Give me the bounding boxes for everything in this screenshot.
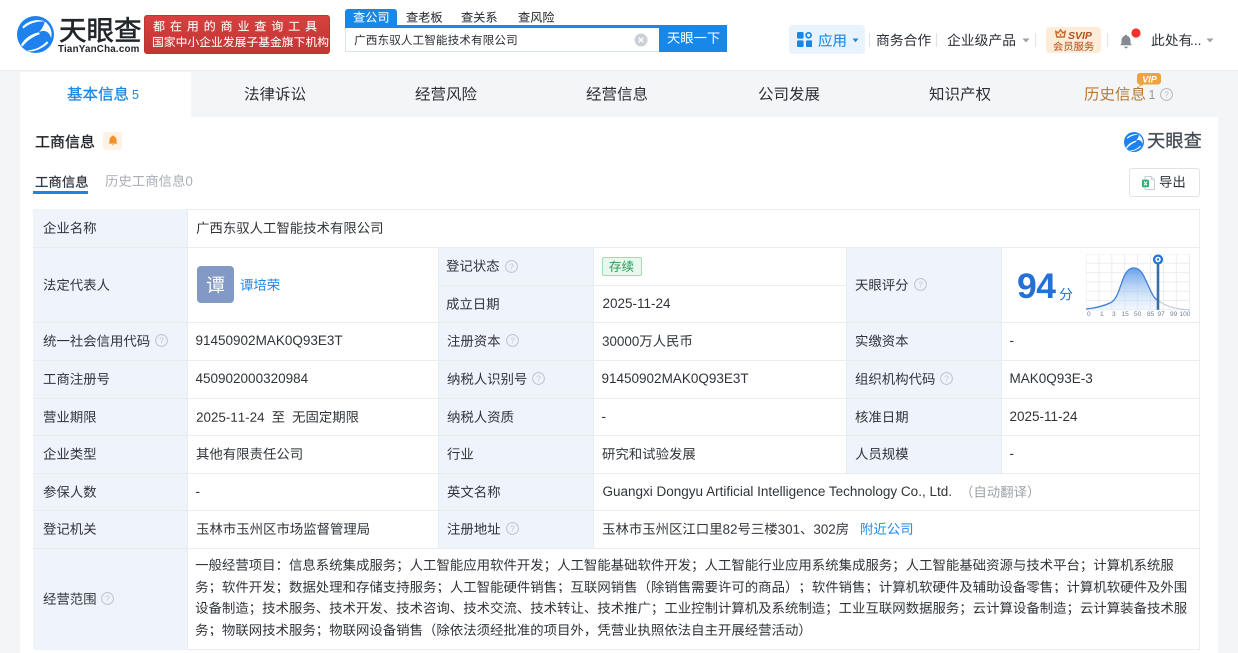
svg-text:?: ? [105,594,110,604]
svg-text:?: ? [537,373,542,383]
svg-text:?: ? [159,336,164,346]
svg-text:VIP: VIP [1142,74,1158,84]
svg-text:?: ? [510,524,515,534]
svg-text:?: ? [945,373,950,383]
svg-text:?: ? [918,279,923,289]
svg-text:?: ? [510,336,515,346]
svg-text:?: ? [509,261,514,271]
svg-text:?: ? [1164,89,1169,99]
